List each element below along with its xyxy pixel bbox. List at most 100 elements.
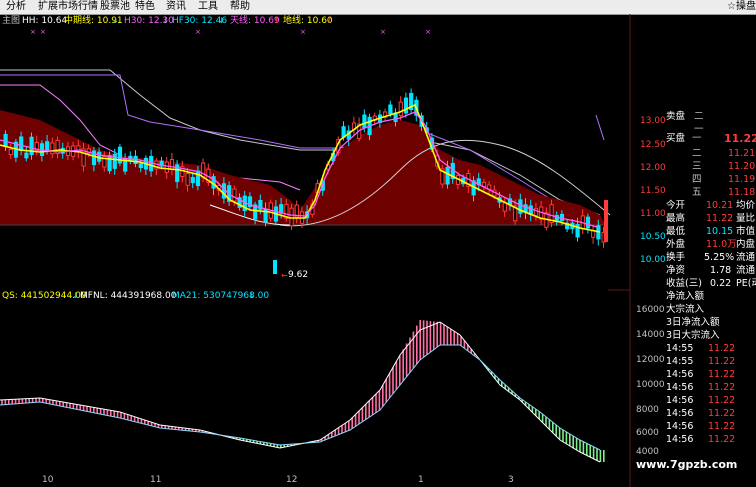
stat-label: 净资 <box>666 265 686 276</box>
trade-time: 14:56 <box>666 382 694 393</box>
stat-label: 流通 <box>736 265 756 276</box>
date-tick: 12 <box>286 475 298 485</box>
buy-level-name: 五 <box>692 187 702 198</box>
buy-price: 11.22 <box>724 132 756 145</box>
oscillator-histogram <box>1 320 605 462</box>
candle-body <box>445 166 450 185</box>
candle-body <box>559 213 565 221</box>
svg-text:×: × <box>380 28 386 36</box>
flow-block-inflow: 大宗流入 <box>632 303 756 316</box>
candle-body <box>164 161 169 173</box>
trade-time: 14:55 <box>666 356 694 367</box>
sell-level-1[interactable]: 卖盘 二 <box>632 110 756 123</box>
candle-body <box>8 148 13 155</box>
trade-time: 14:56 <box>666 395 694 406</box>
stat-label: 流通 <box>736 252 756 263</box>
flow-net-inflow: 净流入额 <box>632 290 756 303</box>
candle-body <box>24 152 29 159</box>
stat-earnings: 收益(三) 0.22 PE(动) <box>632 277 756 290</box>
candle-body <box>232 188 237 202</box>
trade-row: 14:56 11.22 <box>632 381 756 394</box>
trade-row: 14:55 11.22 <box>632 342 756 355</box>
svg-text:×: × <box>40 28 46 36</box>
trade-time: 14:56 <box>666 408 694 419</box>
buy-level-2[interactable]: 二 11.21 <box>632 147 756 160</box>
trade-price: 11.22 <box>708 408 736 419</box>
stat-label: 均价 <box>736 200 756 211</box>
stat-open: 今开 10.21 均价 <box>632 199 756 212</box>
buy-level-3[interactable]: 三 11.20 <box>632 160 756 173</box>
buy-level-name: 三 <box>692 161 702 172</box>
trade-time: 14:55 <box>666 343 694 354</box>
buy-level-price: 11.20 <box>728 161 756 172</box>
candle-body <box>19 136 24 151</box>
trade-price: 11.22 <box>708 343 736 354</box>
flow-label: 净流入额 <box>666 291 705 302</box>
stat-value: 1.78 <box>710 265 732 276</box>
trade-price: 11.22 <box>708 395 736 406</box>
last-candle <box>604 200 608 242</box>
signal-markers: × × × × × × <box>30 28 431 36</box>
flow-3day-block: 3日大宗流入 <box>632 329 756 342</box>
date-tick: 1 <box>418 475 424 485</box>
stat-net-assets: 净资 1.78 流通 <box>632 264 756 277</box>
svg-text:×: × <box>300 28 306 36</box>
stat-label: PE(动) <box>736 278 756 289</box>
buy-level-name: 二 <box>692 148 702 159</box>
stat-outer: 外盘 11.0万 内盘 <box>632 238 756 251</box>
stat-turnover: 换手 5.25% 流通 <box>632 251 756 264</box>
candle-body <box>398 101 403 117</box>
candle-body <box>107 155 112 172</box>
oscillator-signal-line <box>0 321 601 463</box>
watermark-text: www.7gpzb.com <box>636 458 738 471</box>
stat-label: 量比 <box>736 213 756 224</box>
trade-price: 11.22 <box>708 382 736 393</box>
candle-body <box>403 97 409 114</box>
candle-body <box>289 207 294 227</box>
stat-value: 11.0万 <box>706 239 737 250</box>
flow-3day-net: 3日净流入额 <box>632 316 756 329</box>
flow-label: 3日大宗流入 <box>666 330 720 341</box>
stat-label: 今开 <box>666 200 686 211</box>
trade-time: 14:56 <box>666 421 694 432</box>
buy-level-price: 11.21 <box>728 148 756 159</box>
stat-label: 换手 <box>666 252 686 263</box>
flow-label: 3日净流入额 <box>666 317 720 328</box>
buy-label: 买盘 <box>666 133 686 144</box>
trade-price: 11.22 <box>708 421 736 432</box>
stat-label: 收益(三) <box>666 278 702 289</box>
candle-body <box>138 163 143 169</box>
svg-text:×: × <box>425 28 431 36</box>
trade-row: 14:56 11.22 <box>632 368 756 381</box>
trade-row: 14:56 11.22 <box>632 420 756 433</box>
sell-level-name: 二 <box>694 111 704 122</box>
candle-body <box>388 104 393 115</box>
stat-value: 11.22 <box>706 213 734 224</box>
trade-time: 14:56 <box>666 434 694 445</box>
buy-level-4[interactable]: 四 11.19 <box>632 173 756 186</box>
candle-body <box>502 202 507 212</box>
stat-value: 10.15 <box>706 226 734 237</box>
stat-label: 市值 <box>736 226 756 237</box>
trade-price: 11.22 <box>708 434 736 445</box>
candle-body <box>279 204 284 214</box>
stat-value: 0.22 <box>710 278 732 289</box>
buy-level-name: 四 <box>692 174 702 185</box>
stat-label: 外盘 <box>666 239 686 250</box>
candle-body <box>190 177 195 184</box>
stat-label: 最低 <box>666 226 686 237</box>
trade-row: 14:55 11.22 <box>632 355 756 368</box>
right-edge-line <box>595 114 605 141</box>
candle-body <box>169 159 175 170</box>
candle-body <box>185 173 190 186</box>
buy-level-5[interactable]: 五 11.18 <box>632 186 756 199</box>
trade-time: 14:56 <box>666 369 694 380</box>
buy-level-1[interactable]: 买盘 一 11.22 <box>632 132 756 145</box>
svg-text:×: × <box>30 28 36 36</box>
svg-text:×: × <box>195 28 201 36</box>
oscillator-ma-line <box>0 344 601 451</box>
stat-value: 5.25% <box>704 252 735 263</box>
stat-label: 内盘 <box>736 239 756 250</box>
sell-label: 卖盘 <box>666 111 686 122</box>
candle-body <box>45 141 50 152</box>
